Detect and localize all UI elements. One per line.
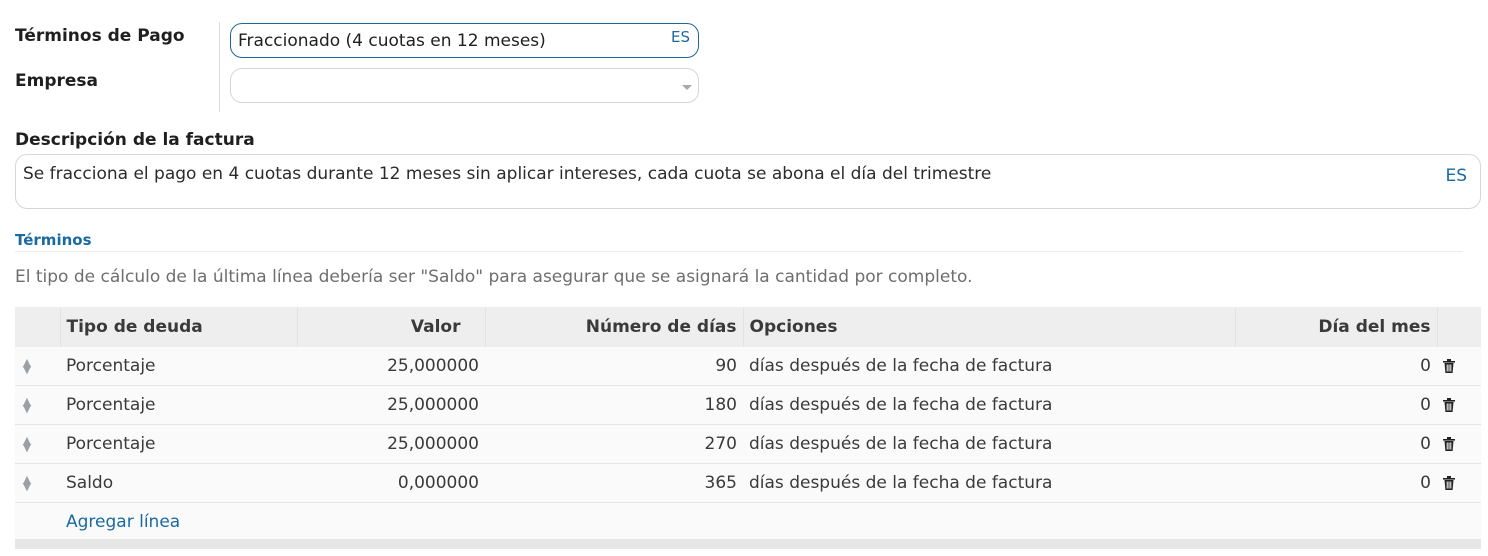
invoice-description-input[interactable]: Se fracciona el pago en 4 cuotas durante… — [15, 154, 1481, 209]
add-line-link[interactable]: Agregar línea — [66, 512, 180, 532]
add-line-row: Agregar línea — [15, 502, 1481, 542]
cell-value[interactable]: 25,000000 — [297, 424, 485, 464]
cell-days[interactable]: 180 — [485, 385, 743, 425]
company-select[interactable] — [230, 68, 699, 103]
drag-handle-icon[interactable]: ▲ ▼ — [15, 424, 60, 464]
cell-value[interactable]: 25,000000 — [297, 347, 485, 386]
column-header-day-of-month[interactable]: Día del mes — [1235, 307, 1438, 347]
terms-hint: El tipo de cálculo de la última línea de… — [15, 267, 973, 287]
add-line-spacer — [15, 502, 60, 542]
language-toggle-es[interactable]: ES — [671, 28, 690, 46]
handle-column-header — [15, 307, 61, 347]
trash-icon — [1443, 437, 1455, 451]
cell-day-of-month[interactable]: 0 — [1235, 463, 1437, 503]
delete-row-button[interactable] — [1437, 424, 1481, 464]
table-row[interactable]: ▲ ▼ Saldo 0,000000 365 días después de la… — [15, 463, 1481, 503]
column-header-days[interactable]: Número de días — [485, 307, 744, 347]
caret-down-icon — [682, 85, 692, 90]
trash-icon — [1443, 476, 1455, 490]
table-footer — [15, 539, 1481, 549]
trash-icon — [1443, 398, 1455, 412]
table-row[interactable]: ▲ ▼ Porcentaje 25,000000 270 días después… — [15, 424, 1481, 464]
cell-days[interactable]: 270 — [485, 424, 743, 464]
column-header-value[interactable]: Valor — [297, 307, 486, 347]
column-header-options[interactable]: Opciones — [743, 307, 1236, 347]
cell-options[interactable]: días después de la fecha de factura — [743, 385, 1235, 425]
table-row[interactable]: ▲ ▼ Porcentaje 25,000000 90 días después … — [15, 347, 1481, 386]
cell-debt-type[interactable]: Saldo — [60, 463, 297, 503]
payment-terms-value: Fraccionado (4 cuotas en 12 meses) — [238, 31, 546, 51]
delete-row-button[interactable] — [1437, 463, 1481, 503]
payment-terms-label: Términos de Pago — [15, 26, 185, 46]
column-header-debt-type[interactable]: Tipo de deuda — [60, 307, 298, 347]
drag-handle-icon[interactable]: ▲ ▼ — [15, 347, 60, 386]
cell-options[interactable]: días después de la fecha de factura — [743, 347, 1235, 386]
invoice-description-label: Descripción de la factura — [15, 130, 255, 150]
drag-handle-icon[interactable]: ▲ ▼ — [15, 385, 60, 425]
table-row[interactable]: ▲ ▼ Porcentaje 25,000000 180 días después… — [15, 385, 1481, 425]
drag-handle-icon[interactable]: ▲ ▼ — [15, 463, 60, 503]
payment-terms-input[interactable]: Fraccionado (4 cuotas en 12 meses) ES — [230, 23, 699, 58]
delete-row-button[interactable] — [1437, 347, 1481, 386]
cell-day-of-month[interactable]: 0 — [1235, 385, 1437, 425]
add-line-cell: Agregar línea — [60, 502, 1481, 542]
terms-table: Tipo de deuda Valor Número de días Opcio… — [15, 307, 1481, 542]
table-header-row: Tipo de deuda Valor Número de días Opcio… — [15, 307, 1481, 347]
invoice-description-value: Se fracciona el pago en 4 cuotas durante… — [23, 164, 992, 184]
language-toggle-es[interactable]: ES — [1445, 166, 1467, 186]
cell-value[interactable]: 0,000000 — [297, 463, 485, 503]
terms-section-title: Términos — [15, 231, 92, 249]
cell-options[interactable]: días después de la fecha de factura — [743, 463, 1235, 503]
cell-day-of-month[interactable]: 0 — [1235, 347, 1437, 386]
company-label: Empresa — [15, 71, 98, 91]
cell-debt-type[interactable]: Porcentaje — [60, 424, 297, 464]
cell-value[interactable]: 25,000000 — [297, 385, 485, 425]
section-divider — [15, 251, 1463, 252]
cell-days[interactable]: 90 — [485, 347, 743, 386]
delete-row-button[interactable] — [1437, 385, 1481, 425]
delete-column-header — [1437, 307, 1481, 347]
cell-debt-type[interactable]: Porcentaje — [60, 385, 297, 425]
cell-options[interactable]: días después de la fecha de factura — [743, 424, 1235, 464]
cell-debt-type[interactable]: Porcentaje — [60, 347, 297, 386]
trash-icon — [1443, 359, 1455, 373]
cell-days[interactable]: 365 — [485, 463, 743, 503]
form-divider — [219, 22, 220, 112]
cell-day-of-month[interactable]: 0 — [1235, 424, 1437, 464]
